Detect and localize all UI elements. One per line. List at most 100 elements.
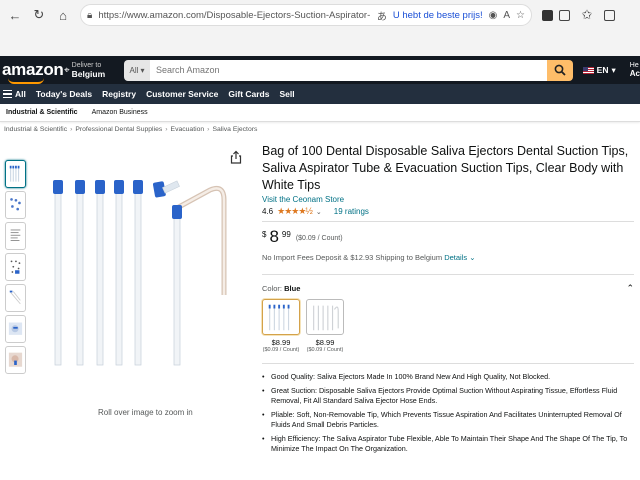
search-bar: All ▾ bbox=[124, 59, 573, 81]
breadcrumb-item[interactable]: Saliva Ejectors bbox=[212, 126, 257, 133]
feature-bullet: Great Suction: Disposable Saliva Ejector… bbox=[262, 386, 634, 407]
nav-all-menu[interactable]: All bbox=[3, 89, 26, 99]
us-flag-icon bbox=[582, 66, 594, 74]
account-menu[interactable]: He Ac bbox=[630, 62, 640, 79]
price-fraction: 99 bbox=[281, 230, 291, 239]
store-link[interactable]: Visit the Ceonam Store bbox=[262, 195, 634, 204]
split-screen-icon[interactable] bbox=[559, 9, 570, 21]
zoom-hint: Roll over image to zoom in bbox=[98, 408, 193, 417]
lock-icon[interactable]: 🔒︎ bbox=[87, 10, 92, 21]
swatch-blue[interactable]: $8.99 ($0.09 / Count) bbox=[262, 299, 300, 353]
price-badge[interactable]: U hebt de beste prijs! bbox=[393, 10, 483, 21]
swatch-clear[interactable]: $8.99 ($0.09 / Count) bbox=[306, 299, 344, 353]
read-aloud-icon[interactable]: A bbox=[503, 10, 510, 21]
chevron-down-icon: ▾ bbox=[140, 65, 145, 75]
bent-tube bbox=[153, 180, 227, 295]
extension-icon[interactable]: ◉ bbox=[489, 10, 498, 21]
shipping-details-link[interactable]: Details bbox=[444, 253, 467, 262]
thumbnail-2[interactable] bbox=[5, 191, 26, 219]
short-tube bbox=[172, 205, 182, 366]
search-category-select[interactable]: All ▾ bbox=[124, 59, 150, 81]
product-main-image[interactable] bbox=[40, 170, 240, 370]
favorite-star-icon[interactable]: ☆ bbox=[516, 10, 525, 21]
nav-sell[interactable]: Sell bbox=[279, 89, 294, 99]
language-selector[interactable]: EN ▾ bbox=[582, 64, 616, 76]
chevron-down-icon[interactable]: ⌄ bbox=[469, 253, 475, 262]
nav-todays-deals[interactable]: Today's Deals bbox=[36, 89, 92, 99]
thumbnail-image bbox=[9, 290, 21, 305]
thumbnail-1[interactable] bbox=[5, 160, 26, 188]
feature-bullet: Pliable: Soft, Non-Removable Tip, Which … bbox=[262, 410, 634, 431]
breadcrumb-item[interactable]: Professional Dental Supplies bbox=[75, 126, 162, 133]
divider bbox=[262, 363, 634, 364]
url-text[interactable]: https://www.amazon.com/Disposable-Ejecto… bbox=[98, 10, 371, 21]
browser-actions: ✩ bbox=[542, 4, 615, 26]
breadcrumb: Industrial & Scientific › Professional D… bbox=[4, 126, 257, 133]
category-subnav: Industrial & Scientific Amazon Business bbox=[0, 104, 640, 122]
breadcrumb-item[interactable]: Industrial & Scientific bbox=[4, 126, 67, 133]
divider bbox=[262, 274, 634, 275]
breadcrumb-separator: › bbox=[207, 126, 210, 133]
deliver-to[interactable]: ⌖ Deliver to Belgium bbox=[64, 61, 116, 79]
amazon-header: amazon ⌖ Deliver to Belgium All ▾ EN ▾ H… bbox=[0, 56, 640, 84]
breadcrumb-separator: › bbox=[165, 126, 168, 133]
search-category-label: All bbox=[129, 65, 139, 75]
rating-row: 4.6 ★★★★½ ⌄ 19 ratings bbox=[262, 206, 634, 217]
address-bar[interactable]: 🔒︎ https://www.amazon.com/Disposable-Eje… bbox=[80, 4, 532, 26]
shipping-info: No Import Fees Deposit & $12.93 Shipping… bbox=[262, 253, 634, 262]
price-whole: 8 bbox=[269, 227, 279, 246]
color-selector-header: Color: Blue ⌃ bbox=[262, 283, 634, 294]
share-icon[interactable] bbox=[230, 150, 242, 164]
amazon-logo[interactable]: amazon bbox=[0, 60, 64, 84]
chevron-down-icon: ▾ bbox=[611, 64, 616, 75]
nav-registry[interactable]: Registry bbox=[102, 89, 136, 99]
favorites-icon[interactable]: ✩ bbox=[576, 4, 598, 26]
thumbnail-5[interactable] bbox=[5, 284, 26, 312]
ratings-count-link[interactable]: 19 ratings bbox=[334, 207, 369, 216]
collections-icon[interactable] bbox=[604, 9, 615, 21]
nav-all-label: All bbox=[15, 89, 26, 99]
main-nav: All Today's Deals Registry Customer Serv… bbox=[0, 84, 640, 104]
reload-icon[interactable]: ↻ bbox=[28, 4, 50, 26]
thumbnail-3[interactable] bbox=[5, 222, 26, 250]
thumbnail-strip bbox=[5, 160, 26, 374]
swatch-unit-price: ($0.09 / Count) bbox=[306, 347, 344, 353]
swatch-price: $8.99 bbox=[271, 338, 291, 347]
chevron-down-icon[interactable]: ⌄ bbox=[316, 208, 322, 216]
language-label: EN bbox=[596, 65, 609, 75]
feature-bullets: Good Quality: Saliva Ejectors Made In 10… bbox=[262, 372, 634, 455]
thumbnail-image bbox=[9, 165, 20, 182]
thumbnail-image bbox=[10, 229, 21, 241]
thumbnail-7[interactable] bbox=[5, 346, 26, 374]
browser-chrome: ← ↻ ⌂ 🔒︎ https://www.amazon.com/Disposab… bbox=[0, 0, 640, 56]
price-symbol: $ bbox=[262, 230, 267, 239]
thumbnail-image bbox=[10, 198, 21, 211]
account-line2: Ac bbox=[629, 68, 640, 78]
nav-gift-cards[interactable]: Gift Cards bbox=[228, 89, 269, 99]
color-value: Blue bbox=[284, 284, 301, 293]
price: $ 8 99 ($0.09 / Count) bbox=[262, 228, 634, 246]
back-icon[interactable]: ← bbox=[4, 4, 26, 26]
thumbnail-6[interactable] bbox=[5, 315, 26, 343]
translate-icon[interactable]: あ bbox=[377, 8, 387, 23]
subnav-industrial-scientific[interactable]: Industrial & Scientific bbox=[6, 109, 78, 116]
search-icon bbox=[554, 64, 566, 76]
nav-customer-service[interactable]: Customer Service bbox=[146, 89, 218, 99]
shipping-text: No Import Fees Deposit & $12.93 Shipping… bbox=[262, 253, 443, 262]
product-info: Bag of 100 Dental Disposable Saliva Ejec… bbox=[262, 143, 634, 458]
color-swatches: $8.99 ($0.09 / Count) $8.99 ($0.09 / Cou… bbox=[262, 299, 634, 353]
chevron-up-icon[interactable]: ⌃ bbox=[626, 283, 634, 294]
extension-square-icon[interactable] bbox=[542, 9, 553, 21]
search-input[interactable] bbox=[150, 59, 547, 81]
feature-bullet: High Efficiency: The Saliva Aspirator Tu… bbox=[262, 434, 634, 455]
rating-stars-icon[interactable]: ★★★★½ bbox=[277, 206, 313, 217]
thumbnail-4[interactable] bbox=[5, 253, 26, 281]
home-icon[interactable]: ⌂ bbox=[52, 4, 74, 26]
deliver-country: Belgium bbox=[71, 69, 106, 79]
location-pin-icon: ⌖ bbox=[64, 64, 70, 76]
subnav-amazon-business[interactable]: Amazon Business bbox=[92, 109, 148, 116]
breadcrumb-item[interactable]: Evacuation bbox=[171, 126, 205, 133]
search-button[interactable] bbox=[546, 59, 573, 81]
breadcrumb-separator: › bbox=[70, 126, 73, 133]
rating-value: 4.6 bbox=[262, 207, 274, 216]
